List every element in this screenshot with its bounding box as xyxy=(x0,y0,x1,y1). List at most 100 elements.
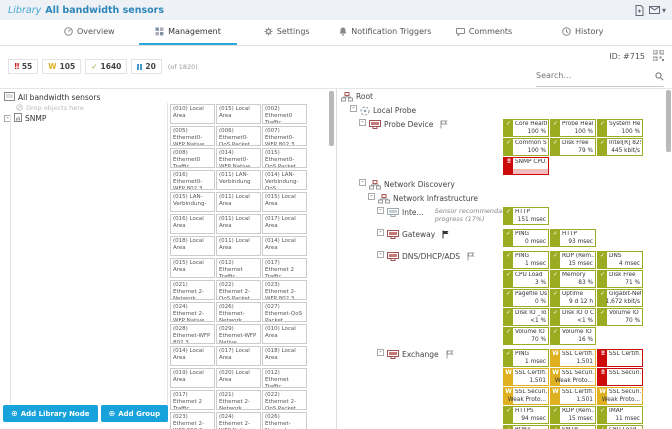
device-probe-device[interactable]: - Probe Device ✓ Core Health 100 % ✓ Probe Hea… xyxy=(337,119,672,176)
node-label[interactable]: Gateway xyxy=(402,229,435,239)
library-sensor-item[interactable]: (022) Ethernet 2-QoS Packet xyxy=(216,280,261,300)
collapse-toggle[interactable]: - xyxy=(377,229,384,236)
collapse-toggle[interactable]: - xyxy=(377,349,384,356)
device-exchange[interactable]: - Exchange ✓ PING 1 msec W SSL Certifi... 1,501… xyxy=(337,349,672,429)
sensor-chip-ping[interactable]: ✓ PING 1 msec xyxy=(503,251,549,269)
node-label[interactable]: Network Infrastructure xyxy=(393,193,478,203)
sensor-chip-ssl-securi[interactable]: !!SSL Securi... xyxy=(597,368,643,386)
library-sensor-item[interactable]: (018) Local Area xyxy=(262,346,307,366)
library-sensor-item[interactable]: (027) Ethernet-QoS Packet xyxy=(262,302,307,322)
sensor-chip-intel-r-825[interactable]: ✓Intel[R] 825... 445 kbit/s xyxy=(597,138,643,156)
node-label[interactable]: Root xyxy=(356,91,373,101)
library-sensor-item[interactable]: (014) Ethernet0-WFP Native xyxy=(216,148,261,168)
library-sensor-item[interactable]: (011) Local Area xyxy=(216,214,261,234)
status-count-down[interactable]: !! 55 xyxy=(8,59,39,74)
tab-overview[interactable]: Overview xyxy=(40,20,139,45)
library-sensor-item[interactable]: (008) Ethernet0 Traffic xyxy=(170,148,215,168)
library-sensor-item[interactable]: (014) Local Area xyxy=(170,346,215,366)
search-icon[interactable] xyxy=(655,66,664,85)
sensor-chip-imap[interactable]: ✓ IMAP 11 msec xyxy=(597,406,643,424)
collapse-toggle[interactable]: - xyxy=(359,179,366,186)
device-inte[interactable]: - Inte... Sensor recommendation in progres… xyxy=(337,207,672,226)
group-local-probe[interactable]: - Local Probe xyxy=(337,105,672,116)
node-label[interactable]: DNS/DHCP/ADS xyxy=(402,251,460,261)
sensor-chip-memory[interactable]: ✓ Memory 83 % xyxy=(550,270,596,288)
library-sensor-item[interactable]: (017) Local Area xyxy=(216,346,261,366)
library-sensor-item[interactable]: (017) Ethernet 2 Traffic xyxy=(170,390,215,410)
email-icon[interactable] xyxy=(648,6,660,14)
node-label[interactable]: Inte... xyxy=(402,207,424,217)
library-sensor-item[interactable]: (020) Local Area xyxy=(216,368,261,388)
status-count-warning[interactable]: W 105 xyxy=(42,59,82,74)
library-sensor-item[interactable]: (029) Ethernet-WFP Native xyxy=(216,324,261,344)
library-sensor-item[interactable]: (011) Local Area xyxy=(216,236,261,256)
library-sensor-item[interactable]: (023) Ethernet 2-WFP 802.3 xyxy=(170,412,215,429)
search-input[interactable] xyxy=(536,71,655,80)
report-icon[interactable] xyxy=(635,4,644,16)
library-sensor-item[interactable]: (021) Ethernet 2-Network xyxy=(170,280,215,300)
library-sensor-item[interactable]: (026) Ethernet-Network xyxy=(216,302,261,322)
collapse-toggle[interactable]: - xyxy=(350,105,357,112)
sensor-chip-disk-io-to[interactable]: ✓Disk IO _To... <1 % xyxy=(503,308,549,326)
tab-comments[interactable]: Comments xyxy=(435,20,534,45)
sensor-chip-dns[interactable]: ✓ DNS 4 msec xyxy=(597,251,643,269)
library-sensor-item[interactable]: (015) Ethernet0-QoS Packet xyxy=(262,148,307,168)
library-sensor-item[interactable]: (015) LAN-Verbindung- xyxy=(170,192,215,212)
sensor-chip-common-s[interactable]: ✓Common S... 100 % xyxy=(503,138,549,156)
collapse-toggle[interactable]: - xyxy=(359,119,366,126)
group-network-discovery[interactable]: - Network Discovery xyxy=(337,179,672,190)
sensor-chip-https[interactable]: ✓ HTTPS 94 msec xyxy=(503,406,549,424)
library-sensor-item[interactable]: (019) Local Area xyxy=(170,368,215,388)
library-sensor-item[interactable]: (007) Ethernet0-WFP 802.3 xyxy=(262,126,307,146)
left-scrollbar-thumb[interactable] xyxy=(329,91,334,146)
node-label[interactable]: Exchange xyxy=(402,349,439,359)
library-sensor-item[interactable]: (010) Local Area xyxy=(262,324,307,344)
library-sensor-item[interactable]: (012) Ethernet Traffic xyxy=(262,368,307,388)
library-sensor-item[interactable]: (023) Ethernet 2-WFP 802.3 xyxy=(262,280,307,300)
sensor-chip-volume-io[interactable]: ✓Volume IO ... 16 % xyxy=(550,327,596,345)
collapse-toggle[interactable]: - xyxy=(377,251,384,258)
sensor-chip-snmp-cpu[interactable]: !!SNMP CPU... xyxy=(503,157,549,175)
library-sensor-item[interactable]: (010) Local Area xyxy=(170,104,215,124)
library-sensor-item[interactable]: (015) Local Area xyxy=(216,104,261,124)
sensor-chip-ssl-certifi[interactable]: W SSL Certifi... 1,501 xyxy=(550,349,596,367)
sensor-chip-system-he[interactable]: ✓System He... 100 % xyxy=(597,119,643,137)
sensor-chip-pagefile-us[interactable]: ✓Pagefile Us... 0 % xyxy=(503,289,549,307)
library-sensor-item[interactable]: (014) Local Area xyxy=(262,236,307,256)
sensor-chip-ssl-securi[interactable]: WSSL Securi...Weak Proto... xyxy=(550,368,596,386)
device-gateway[interactable]: - Gateway ✓ PING 0 msec ✓ HTTP 93 msec xyxy=(337,229,672,248)
sensor-chip-uptime[interactable]: ✓ Uptime 9 d 12 h xyxy=(550,289,596,307)
collapse-toggle[interactable]: - xyxy=(368,193,375,200)
sensor-chip-ssl-securi[interactable]: WSSL Securi...Weak Proto... xyxy=(503,387,549,405)
node-label[interactable]: Local Probe xyxy=(373,105,416,115)
root[interactable]: Root xyxy=(337,91,672,102)
library-sensor-item[interactable]: (014) LAN-Verbindung-QoS xyxy=(262,170,307,190)
sensor-chip-gigabit-net[interactable]: ✓Gigabit-Net...1,672 kbit/s xyxy=(597,289,643,307)
sensor-chip-http[interactable]: ✓ HTTP 151 msec xyxy=(503,207,549,225)
sensor-chip-pop3[interactable]: ✓POP3 xyxy=(503,425,549,429)
library-sensor-item[interactable]: (026) Ethernet-Network xyxy=(262,412,307,429)
tab-settings[interactable]: Settings xyxy=(237,20,336,45)
library-sensor-item[interactable]: (011) Local Area xyxy=(216,192,261,212)
library-sensor-item[interactable]: (011) LAN-Verbindung xyxy=(216,170,261,190)
sensor-chip-probe-heal[interactable]: ✓Probe Heal... 100 % xyxy=(550,119,596,137)
tab-management[interactable]: Management xyxy=(138,20,238,45)
sensor-chip-volume-io[interactable]: ✓Volume IO ... 70 % xyxy=(503,327,549,345)
add-group-button[interactable]: ⊕ Add Group xyxy=(100,405,169,422)
tab-history[interactable]: History xyxy=(533,20,632,45)
status-count-up[interactable]: ✓ 1640 xyxy=(85,59,128,74)
sensor-chip-disk-free[interactable]: ✓ Disk Free 79 % xyxy=(550,138,596,156)
add-library-node-button[interactable]: ⊕ Add Library Node xyxy=(3,405,98,422)
sensor-chip-volume-io[interactable]: ✓Volume IO ... 70 % xyxy=(597,308,643,326)
collapse-toggle[interactable]: - xyxy=(377,207,384,214)
sensor-chip-cpu-load[interactable]: ✓ CPU Load 3 % xyxy=(503,270,549,288)
library-node-snmp[interactable]: - SNMP xyxy=(4,112,100,123)
sensor-chip-disk-free[interactable]: ✓ Disk Free 71 % xyxy=(597,270,643,288)
library-sensor-item[interactable]: (002) Ethernet0 Traffic xyxy=(262,104,307,124)
device-dns-dhcp-ads[interactable]: - DNS/DHCP/ADS ✓ PING 1 msec ✓ RDP (Rem... 15 m… xyxy=(337,251,672,346)
sensor-chip-core-health[interactable]: ✓ Core Health 100 % xyxy=(503,119,549,137)
dropdown-caret[interactable]: ▾ xyxy=(662,6,666,15)
library-sensor-item[interactable]: (016) Local Area xyxy=(170,214,215,234)
sensor-chip-cpu-load[interactable]: ✓CPU Load xyxy=(597,425,643,429)
node-label[interactable]: Network Discovery xyxy=(384,179,455,189)
